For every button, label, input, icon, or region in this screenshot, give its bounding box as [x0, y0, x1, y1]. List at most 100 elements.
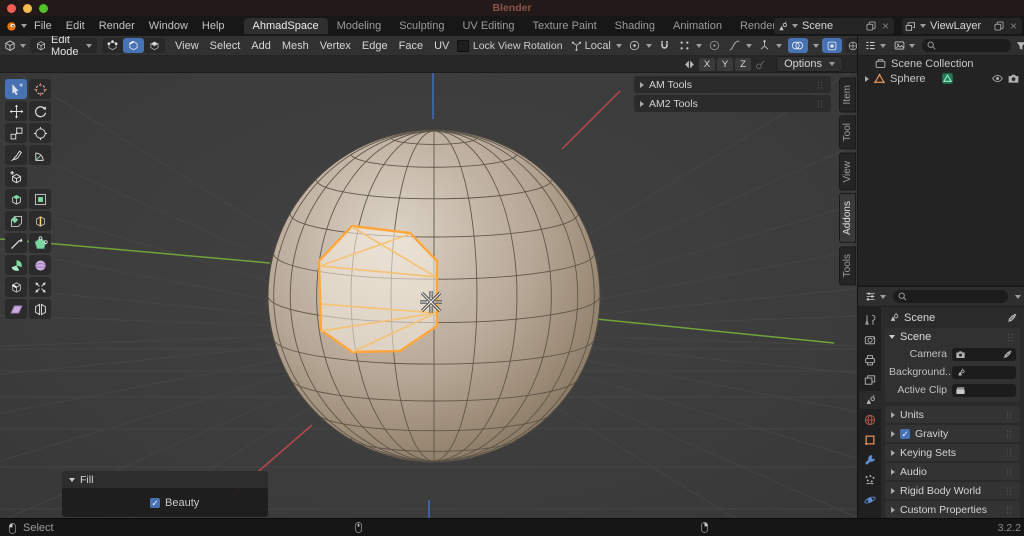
- sidebar-tab-tool[interactable]: Tool: [839, 115, 856, 150]
- sidebar-tab-addons[interactable]: Addons: [839, 193, 856, 244]
- panel-audio[interactable]: Audio: [885, 463, 1020, 480]
- properties-tab-output[interactable]: [859, 351, 881, 369]
- scene-panel-header[interactable]: Scene: [889, 330, 1016, 344]
- inset-faces-tool[interactable]: [29, 189, 51, 209]
- workspace-tab-animation[interactable]: Animation: [664, 18, 731, 34]
- properties-tab-particles[interactable]: [859, 471, 881, 489]
- viewport-menu-edge[interactable]: Edge: [356, 40, 393, 52]
- expand-icon[interactable]: [865, 75, 869, 82]
- eyedropper-icon[interactable]: [1006, 312, 1018, 324]
- rotate-tool[interactable]: [29, 101, 51, 121]
- workspace-tab-uv-editing[interactable]: UV Editing: [453, 18, 523, 34]
- scene-selector[interactable]: Scene ×: [773, 18, 894, 34]
- spin-tool[interactable]: [5, 255, 27, 275]
- properties-search-input[interactable]: [911, 290, 1004, 303]
- outliner-search[interactable]: [922, 39, 1011, 52]
- proportional-falloff-dropdown[interactable]: [725, 39, 755, 52]
- annotate-tool[interactable]: [5, 145, 27, 165]
- blender-logo-icon[interactable]: [5, 20, 18, 33]
- panel-units[interactable]: Units: [885, 406, 1020, 423]
- edge-slide-tool[interactable]: [5, 277, 27, 297]
- field-background--input[interactable]: [952, 365, 1016, 379]
- snap-toggle[interactable]: [655, 38, 675, 53]
- measure-tool[interactable]: [29, 145, 51, 165]
- xray-toggle[interactable]: [821, 38, 842, 53]
- select-mode-face[interactable]: [144, 38, 165, 53]
- menu-render[interactable]: Render: [92, 20, 142, 32]
- mirror-axis-z-button[interactable]: Z: [735, 57, 752, 71]
- sidebar-tab-tools[interactable]: Tools: [839, 246, 856, 286]
- panel-keying-sets[interactable]: Keying Sets: [885, 444, 1020, 461]
- shear-tool[interactable]: [5, 299, 27, 319]
- properties-tab-world[interactable]: [859, 411, 881, 429]
- move-tool[interactable]: [5, 101, 27, 121]
- smooth-tool[interactable]: [29, 255, 51, 275]
- unlink-scene-button[interactable]: ×: [879, 19, 892, 33]
- 3d-viewport[interactable]: AM Tools AM2 Tools Item Tool View Addons Tool…: [0, 73, 857, 518]
- show-gizmo-dropdown[interactable]: [755, 39, 785, 52]
- select-box-tool[interactable]: [5, 79, 27, 99]
- mirror-axis-x-button[interactable]: X: [699, 57, 716, 71]
- operator-panel-header[interactable]: Fill: [62, 471, 268, 488]
- proportional-editing-toggle[interactable]: [705, 38, 725, 53]
- properties-search[interactable]: [893, 290, 1008, 303]
- workspace-tab-sculpting[interactable]: Sculpting: [390, 18, 453, 34]
- beauty-checkbox[interactable]: ✓: [150, 497, 160, 508]
- panel-rigid-body-world[interactable]: Rigid Body World: [885, 482, 1020, 499]
- menu-help[interactable]: Help: [195, 20, 232, 32]
- properties-tab-tool[interactable]: [859, 311, 881, 329]
- filter-icon[interactable]: [1015, 40, 1024, 52]
- properties-editor-type-button[interactable]: [861, 290, 889, 303]
- workspace-tab-texture-paint[interactable]: Texture Paint: [523, 18, 605, 34]
- eyedropper-icon[interactable]: [1002, 349, 1013, 360]
- lock-view-rotation-checkbox[interactable]: [456, 39, 469, 52]
- overlays-toggle[interactable]: [787, 38, 808, 53]
- outliner-row-sphere[interactable]: Sphere: [858, 71, 1024, 86]
- properties-tab-physics[interactable]: [859, 491, 881, 509]
- hide-eye-icon[interactable]: [991, 72, 1004, 85]
- editor-type-button[interactable]: [0, 39, 29, 53]
- properties-filter-icon[interactable]: [1015, 294, 1021, 299]
- field-active-clip-input[interactable]: [952, 383, 1016, 397]
- properties-tab-view-layer[interactable]: [859, 371, 881, 389]
- properties-tab-render[interactable]: [859, 331, 881, 349]
- select-mode-edge[interactable]: [122, 38, 144, 53]
- sidebar-tab-view[interactable]: View: [839, 152, 856, 191]
- viewport-menu-mesh[interactable]: Mesh: [276, 40, 314, 52]
- transform-orientation-dropdown[interactable]: Local: [567, 39, 625, 52]
- workspace-tab-modeling[interactable]: Modeling: [328, 18, 391, 34]
- panel-gravity[interactable]: ✓ Gravity: [885, 425, 1020, 442]
- menu-edit[interactable]: Edit: [59, 20, 92, 32]
- outliner-row-scene-collection[interactable]: Scene Collection: [858, 56, 1024, 71]
- workspace-tab-shading[interactable]: Shading: [606, 18, 664, 34]
- viewport-menu-view[interactable]: View: [170, 40, 205, 52]
- viewport-menu-select[interactable]: Select: [204, 40, 246, 52]
- drag-handle-icon[interactable]: [1005, 332, 1016, 343]
- workspace-tab-ahmadspace[interactable]: AhmadSpace: [243, 18, 328, 34]
- scale-tool[interactable]: [5, 123, 27, 143]
- properties-tab-scene[interactable]: [858, 391, 881, 409]
- add-cube-tool[interactable]: [5, 167, 27, 187]
- pivot-point-dropdown[interactable]: [625, 39, 655, 52]
- shrink-fatten-tool[interactable]: [29, 277, 51, 297]
- select-mode-vertex[interactable]: [102, 38, 123, 53]
- viewport-menu-vertex[interactable]: Vertex: [314, 40, 356, 52]
- shading-wire-button[interactable]: [845, 38, 857, 53]
- menu-window[interactable]: Window: [142, 20, 195, 32]
- disable-render-camera-icon[interactable]: [1007, 72, 1020, 85]
- poly-build-tool[interactable]: [29, 233, 51, 253]
- remove-viewlayer-button[interactable]: ×: [1007, 19, 1020, 33]
- new-scene-button[interactable]: [864, 20, 879, 32]
- sidebar-tab-item[interactable]: Item: [839, 77, 856, 113]
- properties-tab-modifiers[interactable]: [859, 451, 881, 469]
- lock-view-rotation-toggle[interactable]: Lock View Rotation: [456, 39, 563, 52]
- panel-checkbox[interactable]: ✓: [900, 428, 910, 439]
- properties-tab-object[interactable]: [859, 431, 881, 449]
- bevel-tool[interactable]: [5, 211, 27, 231]
- snap-target-dropdown[interactable]: [675, 39, 705, 52]
- viewport-menu-face[interactable]: Face: [393, 40, 428, 52]
- editor-divider[interactable]: [857, 36, 858, 518]
- mode-dropdown[interactable]: Edit Mode: [30, 36, 97, 55]
- outliner-display-mode-dropdown[interactable]: [890, 39, 918, 52]
- mirror-axis-y-button[interactable]: Y: [717, 57, 734, 71]
